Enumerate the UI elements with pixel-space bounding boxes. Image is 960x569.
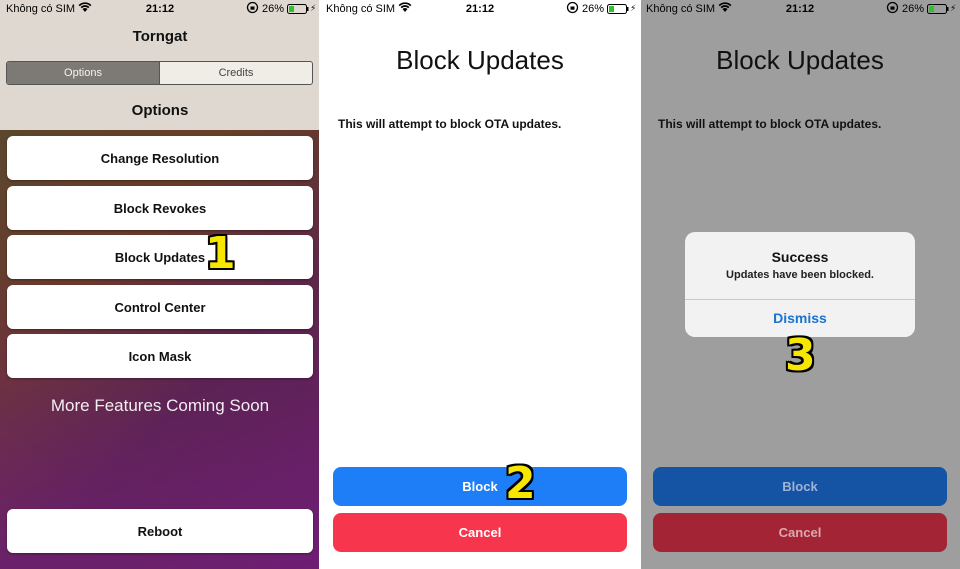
step-number-1: 1 bbox=[205, 228, 236, 279]
torngat-options-screen: Không có SIM 21:12 26% ⚡ Torngat Options… bbox=[0, 0, 320, 569]
orientation-lock-icon bbox=[886, 1, 899, 17]
block-revokes-button[interactable]: Block Revokes bbox=[7, 186, 313, 230]
segment-credits[interactable]: Credits bbox=[159, 62, 312, 84]
page-title: Block Updates bbox=[396, 45, 564, 75]
status-bar: Không có SIM 21:12 26% ⚡ bbox=[640, 0, 960, 18]
status-bar: Không có SIM 21:12 26% ⚡ bbox=[320, 0, 640, 18]
control-center-button[interactable]: Control Center bbox=[7, 285, 313, 329]
panel-divider bbox=[639, 0, 641, 569]
reboot-button[interactable]: Reboot bbox=[7, 509, 313, 553]
description-text: This will attempt to block OTA updates. bbox=[658, 117, 882, 131]
segment-options[interactable]: Options bbox=[7, 62, 159, 84]
block-button: Block bbox=[653, 467, 947, 506]
app-title: Torngat bbox=[132, 28, 188, 45]
page-title: Block Updates bbox=[716, 45, 884, 75]
change-resolution-button[interactable]: Change Resolution bbox=[7, 136, 313, 180]
alert-message: Updates have been blocked. bbox=[726, 269, 874, 281]
coming-soon-label: More Features Coming Soon bbox=[50, 396, 270, 415]
block-updates-screen: Không có SIM 21:12 26% ⚡ Block Updates T… bbox=[320, 0, 640, 569]
battery-percent: 26% bbox=[902, 3, 925, 15]
block-updates-button[interactable]: Block Updates bbox=[7, 235, 313, 279]
charging-bolt-icon: ⚡ bbox=[950, 3, 957, 13]
step-number-3: 3 bbox=[785, 330, 816, 381]
battery-icon bbox=[287, 4, 309, 17]
tutorial-composite: Không có SIM 21:12 26% ⚡ Torngat Options… bbox=[0, 0, 960, 569]
battery-percent: 26% bbox=[262, 3, 285, 15]
section-title: Options bbox=[131, 102, 189, 119]
battery-icon bbox=[607, 4, 629, 17]
description-text: This will attempt to block OTA updates. bbox=[338, 117, 562, 131]
panel-divider bbox=[319, 0, 321, 569]
battery-icon bbox=[927, 4, 949, 17]
orientation-lock-icon bbox=[246, 1, 259, 17]
icon-mask-button[interactable]: Icon Mask bbox=[7, 334, 313, 378]
cancel-button: Cancel bbox=[653, 513, 947, 552]
status-bar: Không có SIM 21:12 26% ⚡ bbox=[0, 0, 320, 18]
step-number-2: 2 bbox=[505, 458, 536, 509]
success-alert: Success Updates have been blocked. Dismi… bbox=[685, 232, 915, 337]
charging-bolt-icon: ⚡ bbox=[630, 3, 637, 13]
charging-bolt-icon: ⚡ bbox=[310, 3, 317, 13]
battery-percent: 26% bbox=[582, 3, 605, 15]
segmented-control: Options Credits bbox=[6, 61, 313, 85]
block-button[interactable]: Block bbox=[333, 467, 627, 506]
orientation-lock-icon bbox=[566, 1, 579, 17]
alert-title: Success bbox=[771, 249, 829, 265]
block-updates-success-screen: Không có SIM 21:12 26% ⚡ Block Updates T… bbox=[640, 0, 960, 569]
cancel-button[interactable]: Cancel bbox=[333, 513, 627, 552]
